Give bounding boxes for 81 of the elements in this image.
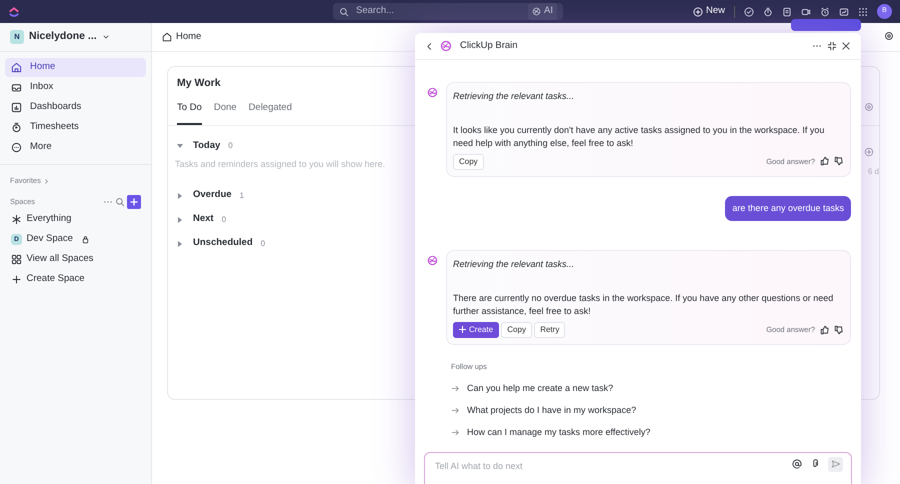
more-icon	[11, 142, 22, 153]
search-input[interactable]: Search...	[354, 3, 524, 20]
arrow-right-icon	[451, 406, 460, 416]
ai-button[interactable]: AI	[528, 3, 557, 20]
action-button[interactable]: Copy	[501, 322, 532, 338]
group-label[interactable]: Unscheduled	[193, 236, 253, 251]
back-icon[interactable]	[425, 42, 434, 50]
app-logo[interactable]	[8, 6, 20, 18]
group-label[interactable]: Today	[193, 138, 220, 154]
new-button[interactable]: New	[692, 4, 725, 19]
space-item[interactable]: Create Space	[11, 272, 85, 287]
group-count: 0	[228, 140, 233, 152]
notepad-icon[interactable]	[782, 6, 792, 16]
follow-up-suggestion[interactable]: How can I manage my tasks more effectively?	[451, 422, 650, 444]
tab[interactable]: Delegated	[248, 100, 292, 125]
send-icon	[830, 459, 840, 470]
thumbs-down-icon[interactable]	[834, 324, 844, 335]
group-count: 0	[260, 238, 266, 250]
sidebar-item[interactable]: Home	[5, 58, 146, 77]
chevron-right-icon[interactable]	[43, 178, 50, 184]
message-text: There are currently no overdue tasks in the workspace. If you have any other questions or need further assistance, feel free to ask!	[453, 292, 834, 318]
home-icon	[162, 32, 172, 42]
plus-circle-icon[interactable]	[864, 146, 874, 157]
sidebar-item[interactable]: Inbox	[5, 78, 146, 97]
panel-title: ClickUp Brain	[460, 38, 518, 53]
send-button[interactable]	[828, 456, 843, 472]
workspace-name[interactable]: Nicelydone ...	[29, 29, 97, 45]
space-item[interactable]: View all Spaces	[11, 252, 94, 267]
sidebar-item[interactable]: Timesheets	[5, 118, 146, 137]
add-button[interactable]	[127, 195, 141, 209]
plus-circle-icon	[692, 6, 703, 16]
asterisk-icon	[11, 214, 22, 225]
caret-down-icon[interactable]	[177, 143, 185, 149]
alarm-icon[interactable]	[820, 6, 830, 16]
tab[interactable]: To Do	[177, 100, 202, 125]
home-icon	[11, 62, 22, 73]
thumbs-down-icon[interactable]	[834, 156, 844, 166]
tab[interactable]: Done	[214, 100, 237, 125]
video-icon[interactable]	[801, 6, 811, 16]
group-count: 1	[240, 190, 244, 202]
close-icon[interactable]	[841, 41, 851, 51]
follow-up-suggestion[interactable]: What projects do I have in my workspace?	[451, 400, 636, 422]
timer-icon	[11, 122, 22, 133]
status-text: Retrieving the relevant tasks...	[453, 90, 576, 103]
arrow-right-icon	[451, 384, 460, 394]
action-button[interactable]: Copy	[453, 154, 484, 170]
thumbs-up-icon[interactable]	[820, 324, 830, 335]
group-label[interactable]: Next	[193, 212, 214, 227]
check-circle-icon[interactable]	[744, 6, 754, 16]
prompt-field[interactable]: Tell AI what to do next	[424, 452, 852, 484]
message-text: It looks like you currently don't have any active tasks assigned to you in the workspace. If you need help with anything else, feel free to ask!	[453, 124, 826, 150]
empty-message: Tasks and reminders assigned to you will show here.	[175, 158, 386, 171]
grid-icon	[11, 254, 22, 265]
search-icon[interactable]	[114, 197, 125, 207]
space-item[interactable]: Everything	[11, 212, 72, 227]
chart-icon	[11, 102, 22, 113]
follow-up-suggestion[interactable]: Can you help me create a new task?	[451, 378, 614, 400]
screen-icon[interactable]	[839, 6, 849, 16]
chevron-down-icon[interactable]	[102, 33, 110, 41]
arrow-right-icon	[451, 428, 460, 438]
due-date: 6 d	[868, 166, 879, 178]
sidebar-item[interactable]: Dashboards	[5, 98, 146, 117]
apps-grid-icon[interactable]	[858, 6, 868, 16]
group-count: 0	[222, 214, 226, 226]
search-icon	[339, 6, 349, 16]
create-button[interactable]: Create	[453, 322, 500, 338]
plus-icon	[11, 274, 22, 285]
sidebar-item[interactable]: More	[5, 138, 146, 157]
search-field[interactable]: Search... AI	[333, 3, 563, 20]
status-text: Retrieving the relevant tasks...	[453, 258, 576, 272]
group-label[interactable]: Overdue	[193, 188, 232, 203]
inbox-icon	[11, 82, 22, 93]
card-title: My Work	[177, 76, 222, 91]
plus-icon	[459, 326, 466, 334]
collapse-icon[interactable]	[826, 41, 836, 51]
thumbs-up-icon[interactable]	[820, 156, 830, 166]
mention-icon[interactable]	[792, 458, 802, 469]
user-message: are there any overdue tasks	[725, 196, 851, 222]
timer-icon[interactable]	[763, 6, 773, 16]
breadcrumb[interactable]: Home	[176, 30, 202, 44]
action-button[interactable]: Retry	[534, 322, 566, 338]
